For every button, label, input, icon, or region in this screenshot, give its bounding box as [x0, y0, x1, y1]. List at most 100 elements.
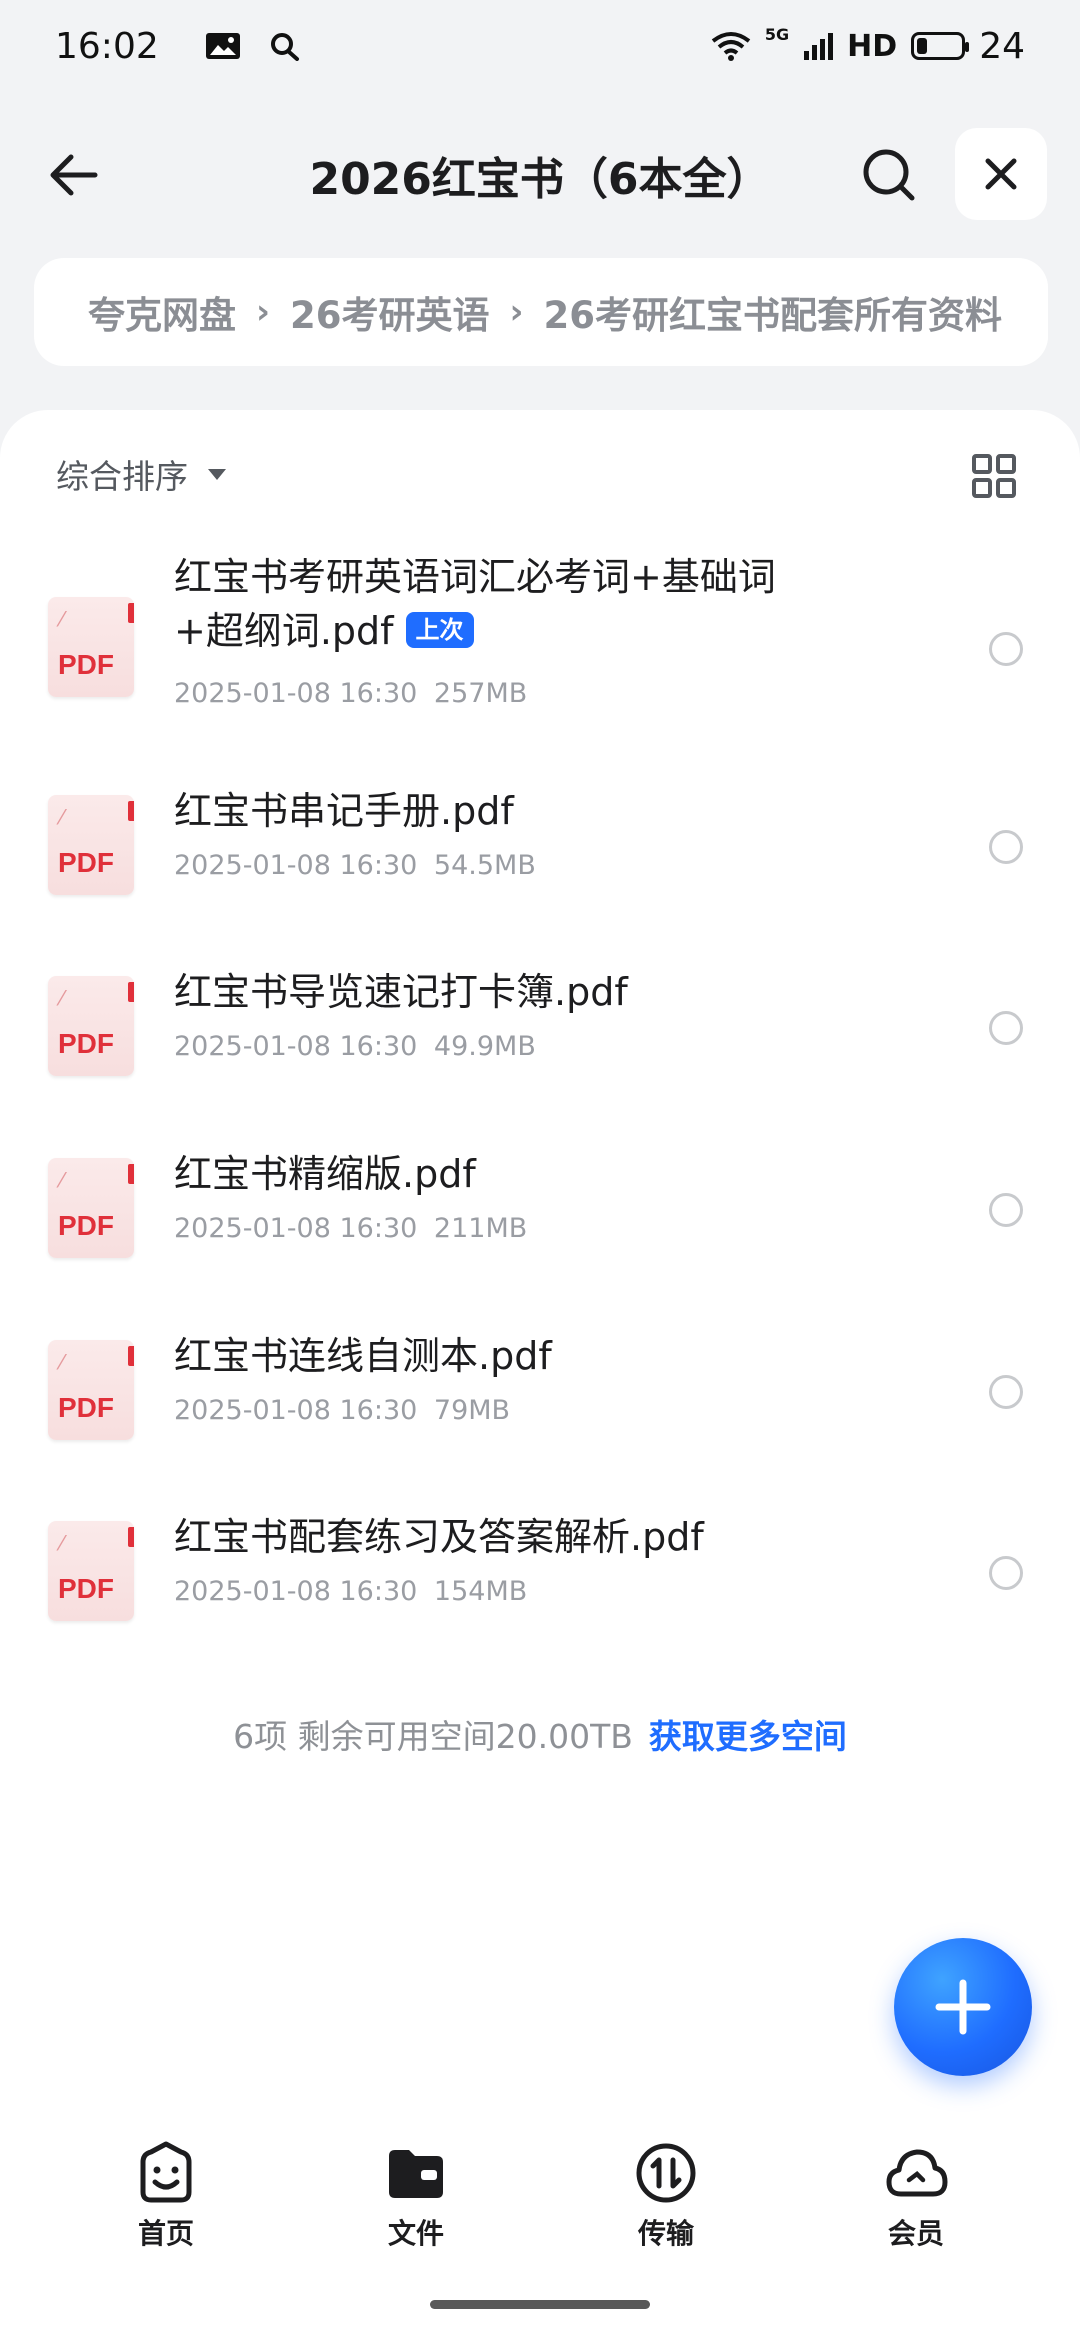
file-type-label: PDF — [58, 847, 114, 878]
battery-level: 24 — [979, 25, 1025, 67]
file-date: 2025-01-08 16:30 — [174, 1576, 418, 1607]
page-title: 2026红宝书（6本全） — [309, 154, 771, 205]
file-size: 49.9MB — [433, 1031, 536, 1062]
select-radio[interactable] — [989, 1193, 1023, 1227]
sort-dropdown[interactable]: 综合排序 — [56, 450, 226, 498]
file-date: 2025-01-08 16:30 — [174, 1031, 418, 1062]
file-row[interactable]: ⁄ PDF 红宝书考研英语词汇必考词+基础词+超纲词.pdf 上次 2025-01… — [0, 555, 1080, 740]
file-date: 2025-01-08 16:30 — [174, 1395, 418, 1426]
breadcrumb-item[interactable]: 夸克网盘 — [88, 285, 236, 339]
pdf-file-icon: ⁄ PDF — [48, 1521, 134, 1621]
file-type-label: PDF — [58, 1210, 114, 1241]
nav-item-files[interactable]: 文件 — [341, 2140, 491, 2252]
file-size: 79MB — [433, 1395, 511, 1426]
file-type-label: PDF — [58, 1573, 114, 1604]
file-type-label: PDF — [58, 1028, 114, 1059]
chevron-right-icon: › — [509, 292, 524, 332]
pdf-file-icon: ⁄ PDF — [48, 597, 134, 697]
status-bar: 16:02 5G HD 24 — [0, 0, 1080, 92]
status-right: 5G HD 24 — [711, 24, 1025, 67]
breadcrumb-item[interactable]: 26考研英语 — [290, 285, 490, 339]
nav-item-member[interactable]: 会员 — [841, 2140, 991, 2252]
back-button[interactable] — [40, 142, 106, 208]
file-name: 红宝书导览速记打卡簿.pdf — [174, 970, 628, 1014]
nav-label-home: 首页 — [137, 2217, 194, 2250]
wifi-icon — [711, 32, 751, 61]
file-row[interactable]: ⁄ PDF 红宝书连线自测本.pdf 2025-01-08 16:30 79MB — [0, 1305, 1080, 1455]
header: 2026红宝书（6本全） — [0, 120, 1080, 230]
grid-view-icon[interactable] — [972, 454, 1016, 498]
file-size: 257MB — [433, 678, 528, 709]
nav-label-transfer: 传输 — [637, 2217, 694, 2250]
chevron-right-icon: › — [256, 292, 271, 332]
link-icon — [270, 33, 299, 61]
file-name-text: 红宝书考研英语词汇必考词+基础词+超纲词.pdf — [174, 555, 776, 653]
breadcrumb-item[interactable]: 26考研红宝书配套所有资料 — [544, 285, 1003, 339]
file-meta: 2025-01-08 16:30 79MB — [174, 1395, 510, 1426]
add-button[interactable] — [894, 1938, 1032, 2076]
transfer-icon — [636, 2143, 696, 2203]
nav-label-member: 会员 — [887, 2217, 944, 2250]
close-icon — [985, 158, 1017, 190]
storage-summary: 6项 剩余可用空间20.00TB 获取更多空间 — [0, 1710, 1080, 1758]
last-opened-badge: 上次 — [405, 612, 474, 648]
file-meta: 2025-01-08 16:30 154MB — [174, 1576, 527, 1607]
file-size: 211MB — [433, 1213, 528, 1244]
storage-summary-text: 6项 剩余可用空间20.00TB — [233, 1717, 633, 1756]
battery-fill — [917, 38, 928, 54]
nav-item-transfer[interactable]: 传输 — [591, 2140, 741, 2252]
file-name: 红宝书串记手册.pdf — [174, 789, 514, 833]
file-meta: 2025-01-08 16:30 49.9MB — [174, 1031, 536, 1062]
file-row[interactable]: ⁄ PDF 红宝书配套练习及答案解析.pdf 2025-01-08 16:30 … — [0, 1486, 1080, 1636]
sort-label: 综合排序 — [56, 457, 188, 496]
network-type: 5G — [764, 24, 790, 44]
file-date: 2025-01-08 16:30 — [174, 850, 418, 881]
file-name: 红宝书精缩版.pdf — [174, 1152, 476, 1196]
pdf-file-icon: ⁄ PDF — [48, 1158, 134, 1258]
arrow-left-icon — [50, 154, 98, 196]
folder-icon — [389, 2150, 443, 2198]
hd-indicator: HD — [847, 28, 898, 64]
file-date: 2025-01-08 16:30 — [174, 678, 418, 709]
file-size: 154MB — [433, 1576, 528, 1607]
caret-down-icon — [208, 468, 226, 480]
file-row[interactable]: ⁄ PDF 红宝书精缩版.pdf 2025-01-08 16:30 211MB — [0, 1123, 1080, 1273]
file-name: 红宝书考研英语词汇必考词+基础词+超纲词.pdf 上次 — [174, 550, 824, 658]
file-size: 54.5MB — [433, 850, 536, 881]
file-meta: 2025-01-08 16:30 257MB — [174, 678, 527, 709]
file-date: 2025-01-08 16:30 — [174, 1213, 418, 1244]
close-button[interactable] — [955, 128, 1047, 220]
breadcrumb-fade — [1008, 258, 1048, 366]
signal-icon — [804, 33, 834, 60]
file-meta: 2025-01-08 16:30 211MB — [174, 1213, 527, 1244]
status-time: 16:02 — [55, 25, 159, 67]
file-type-label: PDF — [58, 649, 114, 680]
pdf-file-icon: ⁄ PDF — [48, 976, 134, 1076]
pdf-file-icon: ⁄ PDF — [48, 795, 134, 895]
search-icon — [863, 149, 915, 201]
select-radio[interactable] — [989, 1011, 1023, 1045]
battery-icon — [911, 32, 970, 60]
get-more-space-link[interactable]: 获取更多空间 — [649, 1717, 847, 1756]
select-radio[interactable] — [989, 1556, 1023, 1590]
notification-icons — [205, 31, 301, 61]
file-row[interactable]: ⁄ PDF 红宝书导览速记打卡簿.pdf 2025-01-08 16:30 49… — [0, 941, 1080, 1091]
search-button[interactable] — [856, 142, 922, 208]
select-radio[interactable] — [989, 632, 1023, 666]
select-radio[interactable] — [989, 830, 1023, 864]
file-meta: 2025-01-08 16:30 54.5MB — [174, 850, 536, 881]
breadcrumb: 夸克网盘 › 26考研英语 › 26考研红宝书配套所有资料 — [34, 258, 1048, 366]
home-indicator[interactable] — [430, 2300, 650, 2309]
bottom-nav: 首页 文件 传输 会员 — [0, 2130, 1080, 2280]
nav-label-files: 文件 — [387, 2217, 444, 2250]
file-row[interactable]: ⁄ PDF 红宝书串记手册.pdf 2025-01-08 16:30 54.5M… — [0, 760, 1080, 910]
plus-icon — [935, 1979, 991, 2035]
file-type-label: PDF — [58, 1392, 114, 1423]
gallery-icon — [205, 33, 240, 59]
file-name: 红宝书配套练习及答案解析.pdf — [174, 1515, 704, 1559]
nav-item-home[interactable]: 首页 — [91, 2140, 241, 2252]
home-smile-icon — [140, 2141, 192, 2203]
select-radio[interactable] — [989, 1375, 1023, 1409]
pdf-file-icon: ⁄ PDF — [48, 1340, 134, 1440]
file-name: 红宝书连线自测本.pdf — [174, 1334, 552, 1378]
